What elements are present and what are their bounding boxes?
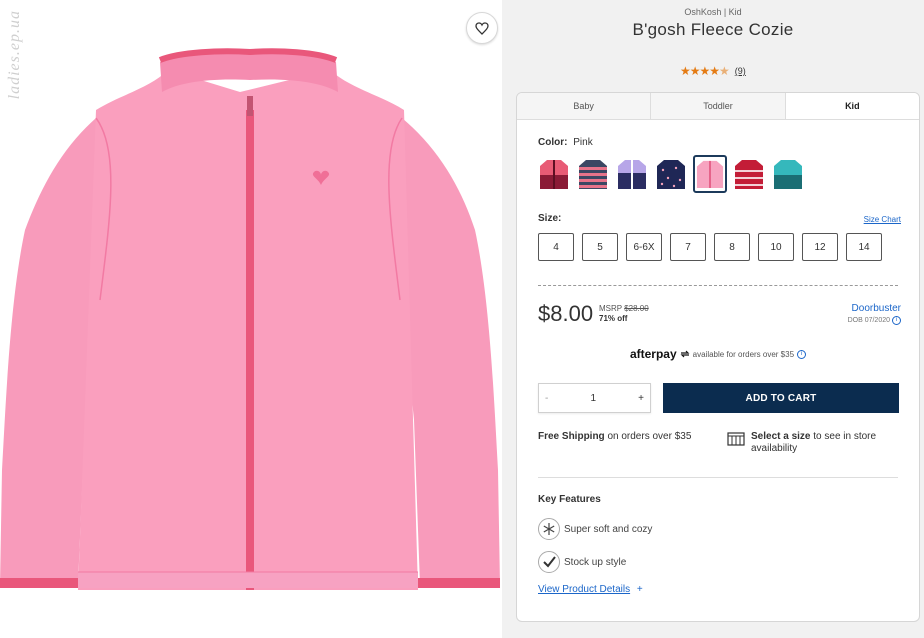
add-to-cart-button[interactable]: ADD TO CART bbox=[663, 383, 899, 413]
store-bold: Select a size bbox=[751, 431, 811, 442]
promo-block: Doorbuster DOB 07/2020 i bbox=[848, 303, 901, 325]
msrp-value: $28.00 bbox=[624, 304, 649, 313]
feature-item-soft: Super soft and cozy bbox=[538, 518, 652, 540]
quantity-increase-button[interactable]: + bbox=[638, 393, 644, 404]
key-features-title: Key Features bbox=[538, 494, 601, 505]
rating[interactable]: ★★★★★ (9) bbox=[680, 64, 746, 78]
promo-date: DOB 07/2020 bbox=[847, 317, 890, 324]
product-title: B'gosh Fleece Cozie bbox=[632, 20, 794, 39]
wishlist-heart-button[interactable] bbox=[466, 12, 498, 44]
size-option-12[interactable]: 12 bbox=[802, 233, 838, 261]
shipping-text: on orders over $35 bbox=[607, 431, 692, 442]
product-image-jacket[interactable] bbox=[0, 0, 502, 638]
product-options-card: Baby Toddler Kid Color: Pink Size: Size … bbox=[516, 92, 920, 622]
promo-date-row: DOB 07/2020 i bbox=[848, 316, 901, 325]
discount-text: 71% off bbox=[599, 314, 628, 323]
afterpay-arrows-icon bbox=[680, 350, 690, 358]
divider-solid bbox=[538, 477, 898, 478]
tab-toddler[interactable]: Toddler bbox=[651, 93, 786, 119]
view-product-details-link[interactable]: View Product Details + bbox=[538, 584, 643, 595]
feature-label: Super soft and cozy bbox=[564, 523, 653, 535]
promo-label: Doorbuster bbox=[851, 303, 901, 314]
size-range-tabs: Baby Toddler Kid bbox=[517, 93, 919, 120]
size-label: Size: bbox=[538, 213, 561, 224]
color-swatch-lavender[interactable] bbox=[615, 155, 649, 193]
afterpay-logo: afterpay bbox=[629, 347, 677, 361]
current-price: $8.00 bbox=[538, 301, 594, 326]
msrp-block: MSRP $28.00 71% off bbox=[599, 304, 649, 324]
shipping-bold: Free Shipping bbox=[538, 431, 605, 442]
afterpay-text: available for orders over $35 bbox=[692, 349, 795, 359]
tab-baby[interactable]: Baby bbox=[517, 93, 652, 119]
color-label: Color: Pink bbox=[538, 137, 593, 148]
size-option-14[interactable]: 14 bbox=[846, 233, 882, 261]
quantity-stepper: - 1 + bbox=[538, 383, 651, 413]
product-image-panel: ladies.ep.ua bbox=[0, 0, 502, 638]
divider-dashed bbox=[538, 285, 898, 286]
brand-line: OshKosh | Kid bbox=[684, 7, 742, 17]
color-swatch-pink[interactable] bbox=[693, 155, 727, 193]
review-count-link[interactable]: (9) bbox=[735, 66, 746, 76]
store-availability[interactable]: Select a size to see in store availabili… bbox=[727, 431, 907, 455]
snowflake-icon bbox=[538, 518, 560, 540]
quantity-input[interactable]: 1 bbox=[590, 393, 596, 404]
color-swatch-raspberry[interactable] bbox=[537, 155, 571, 193]
afterpay-row: afterpay available for orders over $35 i bbox=[517, 347, 919, 361]
plus-icon: + bbox=[636, 584, 643, 595]
quantity-decrease-button[interactable]: - bbox=[545, 393, 548, 404]
size-label-text: Size: bbox=[538, 213, 562, 224]
product-details-panel: OshKosh | Kid B'gosh Fleece Cozie ★★★★★ … bbox=[502, 0, 924, 638]
color-label-text: Color: bbox=[538, 137, 568, 148]
size-options: 4 5 6-6X 7 8 10 12 14 bbox=[538, 233, 882, 261]
feature-label: Stock up style bbox=[564, 556, 627, 568]
checkmark-icon bbox=[538, 551, 560, 573]
size-option-6-6x[interactable]: 6-6X bbox=[626, 233, 662, 261]
afterpay-info-icon[interactable]: i bbox=[797, 349, 807, 359]
size-chart-link[interactable]: Size Chart bbox=[864, 215, 901, 224]
color-swatch-navy-print[interactable] bbox=[654, 155, 688, 193]
msrp-label: MSRP bbox=[599, 304, 622, 313]
size-option-5[interactable]: 5 bbox=[582, 233, 618, 261]
color-swatch-red-print[interactable] bbox=[732, 155, 766, 193]
heart-outline-icon bbox=[475, 21, 489, 35]
color-swatches bbox=[537, 155, 805, 193]
star-rating-icon: ★★★★★ bbox=[680, 64, 730, 78]
info-icon[interactable]: i bbox=[892, 316, 901, 325]
tab-kid[interactable]: Kid bbox=[785, 93, 919, 119]
feature-item-style: Stock up style bbox=[538, 551, 626, 573]
color-swatch-teal[interactable] bbox=[771, 155, 805, 193]
size-option-4[interactable]: 4 bbox=[538, 233, 574, 261]
shipping-info: Free Shipping on orders over $35 bbox=[538, 431, 718, 442]
size-option-8[interactable]: 8 bbox=[714, 233, 750, 261]
store-icon bbox=[727, 432, 745, 446]
size-option-7[interactable]: 7 bbox=[670, 233, 706, 261]
size-option-10[interactable]: 10 bbox=[758, 233, 794, 261]
color-swatch-stripe[interactable] bbox=[576, 155, 610, 193]
color-value: Pink bbox=[573, 137, 593, 148]
details-link-text: View Product Details bbox=[538, 584, 631, 595]
